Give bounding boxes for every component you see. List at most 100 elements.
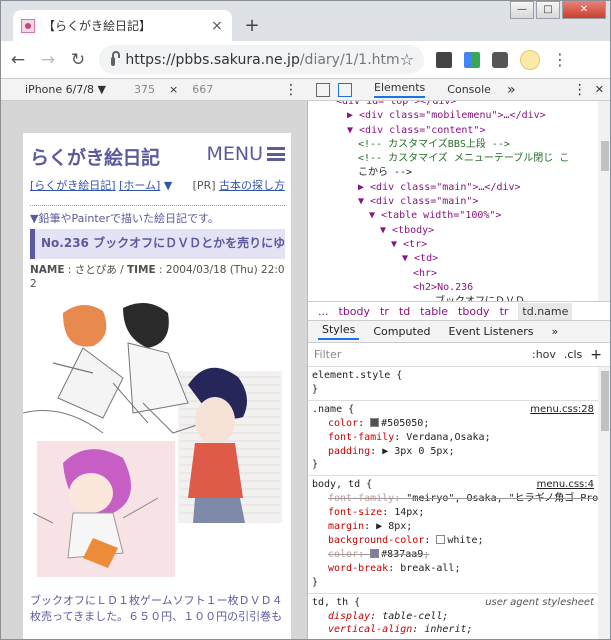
devtools-menu-icon[interactable]: ⋮: [573, 82, 587, 98]
css-property[interactable]: background-color: white;: [312, 534, 594, 548]
css-property-name[interactable]: color: [328, 418, 358, 429]
dom-node-line[interactable]: <div id="top"></div>: [308, 101, 598, 109]
css-rule[interactable]: menu.css:28 .name {color: #505050; font-fa…: [308, 401, 598, 477]
css-property[interactable]: vertical-align: inherit;: [312, 623, 594, 637]
css-property-value[interactable]: inherit: [424, 624, 466, 635]
tab-computed[interactable]: Computed: [369, 325, 434, 338]
css-property-name[interactable]: padding: [328, 446, 370, 457]
extension-icon[interactable]: [436, 51, 452, 68]
css-property-value[interactable]: #837aa9: [381, 549, 423, 560]
dom-node-line[interactable]: ▼ <tr>: [308, 238, 598, 252]
css-selector[interactable]: body, td {: [312, 479, 372, 490]
css-property-value[interactable]: ▶ 3px 0 5px: [382, 446, 448, 457]
address-bar[interactable]: https://pbbs.sakura.ne.jp/diary/1/1.htm …: [99, 45, 424, 74]
more-tabs-icon[interactable]: »: [507, 82, 516, 98]
profile-avatar[interactable]: [520, 49, 540, 70]
css-rule-source[interactable]: menu.css:28: [530, 403, 594, 417]
dom-node-line[interactable]: <!-- カスタマイズ メニューテーブル閉じ こ: [308, 152, 598, 166]
dom-node-line[interactable]: こから -->: [308, 166, 598, 180]
css-rule-source[interactable]: menu.css:4: [537, 478, 594, 492]
diary-link[interactable]: [らくがき絵日記]: [30, 179, 116, 192]
styles-scroll-thumb[interactable]: [601, 371, 609, 431]
forward-button[interactable]: →: [35, 47, 61, 73]
css-rule[interactable]: menu.css:4 body, td { font-family: "meiryo…: [308, 476, 598, 594]
device-select[interactable]: iPhone 6/7/8 ▼: [25, 83, 106, 96]
css-property-name[interactable]: word-break: [328, 563, 388, 574]
menu-button[interactable]: MENU: [206, 143, 285, 165]
bookmark-star-icon[interactable]: ☆: [400, 50, 414, 69]
color-swatch-icon[interactable]: [370, 417, 380, 427]
css-property-value[interactable]: "meiryo", Osaka, "ヒラギノ角ゴ Pro W3": [406, 493, 598, 504]
dom-node-line[interactable]: ▼ <tbody>: [308, 224, 598, 238]
tab-event-listeners[interactable]: Event Listeners: [445, 325, 538, 338]
dom-tree[interactable]: <div id="top"></div> ▶ <div class="mobile…: [308, 101, 598, 301]
device-toggle-icon[interactable]: [338, 82, 352, 97]
new-tab-button[interactable]: +: [241, 16, 263, 38]
css-property-value[interactable]: ▶ 8px: [376, 521, 406, 532]
css-property-name[interactable]: font-family: [328, 493, 394, 504]
css-selector[interactable]: element.style {: [312, 370, 402, 381]
dom-node-line[interactable]: ▶ <div class="mobilemenu">…</div>: [308, 109, 598, 123]
color-swatch-icon[interactable]: [370, 548, 380, 558]
viewport-width[interactable]: 375: [134, 83, 155, 96]
dom-node-line[interactable]: ▼ <table width="100%">: [308, 209, 598, 223]
css-property-name[interactable]: font-family: [328, 432, 394, 443]
tab-styles[interactable]: Styles: [318, 323, 360, 340]
hover-state-toggle[interactable]: :hov: [532, 348, 556, 361]
css-rule[interactable]: element.style {}: [308, 367, 598, 401]
close-window-button[interactable]: ✕: [562, 1, 606, 19]
css-selector[interactable]: td, th {: [312, 597, 360, 608]
tab-close-icon[interactable]: ×: [210, 18, 224, 34]
css-property-name[interactable]: background-color: [328, 535, 424, 546]
css-property-value[interactable]: break-all: [400, 563, 454, 574]
css-property-name[interactable]: font-size: [328, 507, 382, 518]
inspect-element-icon[interactable]: [316, 82, 330, 97]
dom-node-line[interactable]: <hr>: [308, 267, 598, 281]
css-property-value[interactable]: 14px: [394, 507, 418, 518]
breadcrumb-item[interactable]: tbody: [458, 305, 490, 318]
tab-console[interactable]: Console: [447, 83, 491, 96]
css-property-name[interactable]: margin: [328, 521, 364, 532]
reload-button[interactable]: ↻: [65, 47, 91, 73]
shield-extension-icon[interactable]: [492, 51, 508, 68]
google-extension-icon[interactable]: [464, 51, 480, 68]
back-button[interactable]: ←: [5, 47, 31, 73]
css-property-value[interactable]: Verdana,Osaka: [406, 432, 484, 443]
breadcrumb-item[interactable]: ...: [318, 305, 329, 318]
more-panels-icon[interactable]: »: [548, 325, 563, 338]
class-toggle[interactable]: .cls: [564, 348, 582, 361]
css-rule[interactable]: user agent stylesheet td, th {display: ta…: [308, 594, 598, 639]
maximize-button[interactable]: □: [536, 1, 560, 19]
breadcrumb-item[interactable]: tbody: [339, 305, 371, 318]
browser-tab[interactable]: 【らくがき絵日記】 ×: [13, 10, 232, 41]
new-rule-button[interactable]: +: [590, 347, 602, 363]
device-menu-icon[interactable]: ⋮: [284, 82, 298, 98]
styles-pane[interactable]: element.style {} menu.css:28 .name { color:…: [308, 367, 598, 639]
breadcrumb-item[interactable]: td: [399, 305, 410, 318]
home-link[interactable]: [ホーム]: [119, 179, 160, 192]
css-property-value[interactable]: white: [447, 535, 477, 546]
tab-elements[interactable]: Elements: [374, 81, 426, 98]
breadcrumb-item[interactable]: tr: [500, 305, 509, 318]
browser-menu-icon[interactable]: ⋮: [552, 50, 568, 69]
pr-link[interactable]: 古本の探し方: [219, 179, 285, 192]
devtools-close-icon[interactable]: ✕: [595, 83, 604, 96]
css-property-name[interactable]: display: [328, 611, 370, 622]
css-selector[interactable]: .name {: [312, 404, 354, 415]
css-property-name[interactable]: vertical-align: [328, 624, 412, 635]
dom-node-line[interactable]: <h2>No.236: [308, 281, 598, 295]
css-property[interactable]: display: table-cell;: [312, 610, 594, 624]
css-property[interactable]: padding: ▶ 3px 0 5px;: [312, 445, 594, 459]
css-property-value[interactable]: table-cell: [382, 611, 442, 622]
css-property[interactable]: font-family: Verdana,Osaka;: [312, 431, 594, 445]
css-property[interactable]: font-family: "meiryo", Osaka, "ヒラギノ角ゴ Pr…: [312, 492, 598, 506]
css-property[interactable]: color: #837aa9;: [312, 548, 594, 562]
breadcrumb-item[interactable]: tr: [380, 305, 389, 318]
minimize-button[interactable]: —: [510, 1, 534, 19]
styles-filter-input[interactable]: Filter: [314, 348, 341, 361]
breadcrumb-item[interactable]: td.name: [518, 302, 573, 320]
css-property-name[interactable]: color: [328, 549, 358, 560]
dom-scroll-thumb[interactable]: [601, 141, 609, 171]
viewport-height[interactable]: 667: [192, 83, 213, 96]
dom-scrollbar[interactable]: [598, 101, 610, 301]
